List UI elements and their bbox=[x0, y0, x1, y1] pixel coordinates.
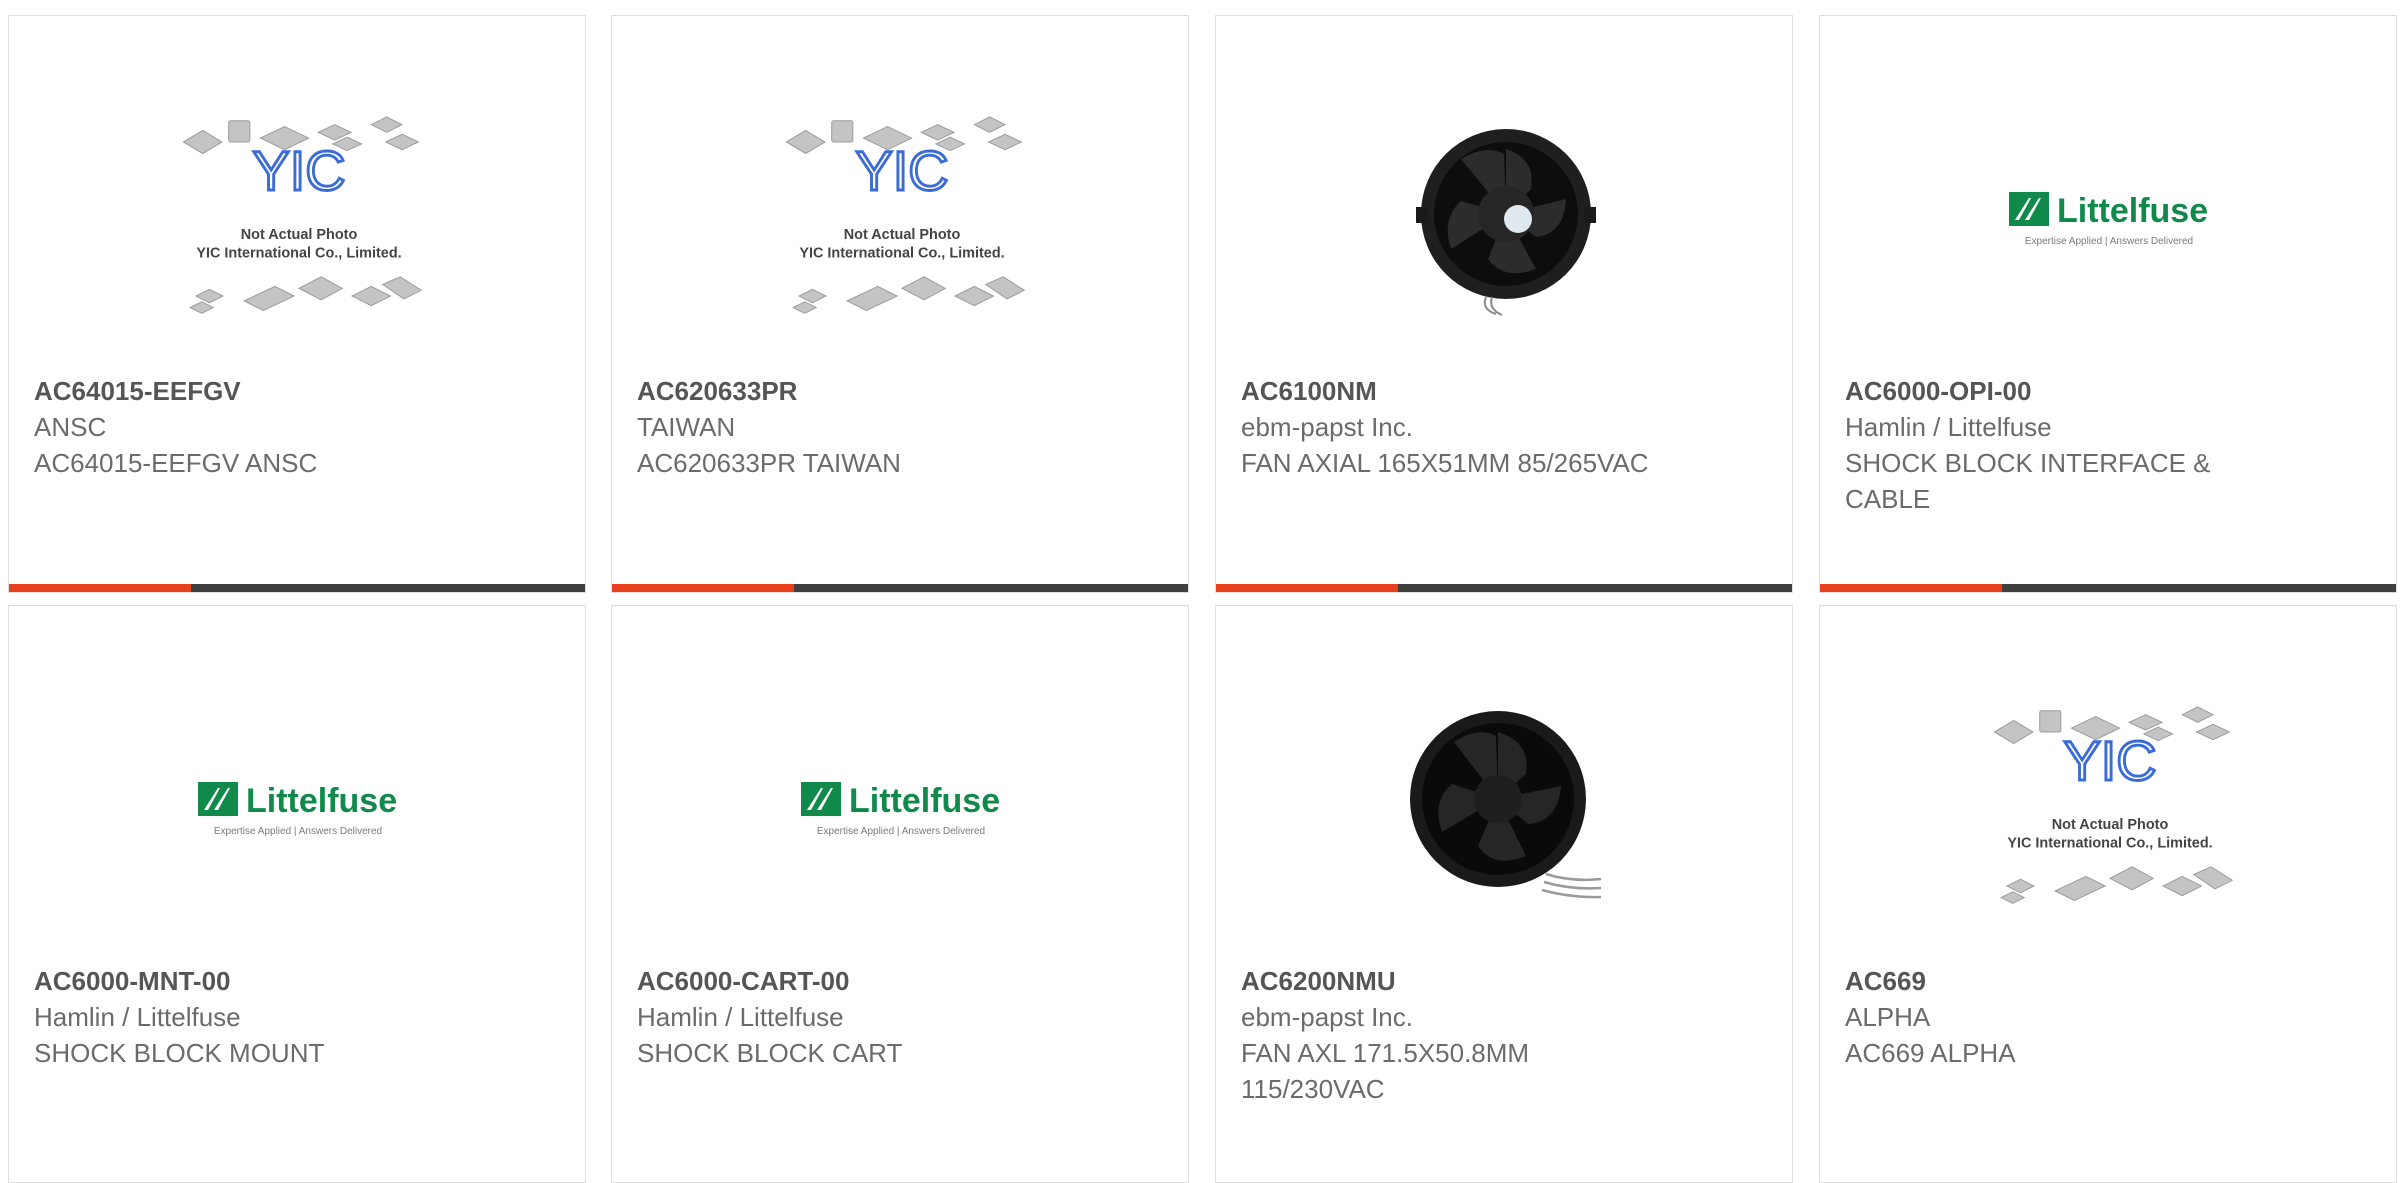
card-accent-bar bbox=[9, 584, 191, 592]
product-card-ac620633pr[interactable]: YIC Not Actual Photo YIC International C… bbox=[611, 15, 1189, 593]
yic-placeholder-image[interactable]: YIC Not Actual Photo YIC International C… bbox=[772, 76, 1032, 362]
yic-placeholder-svg: YIC Not Actual Photo YIC International C… bbox=[785, 116, 1026, 314]
littelfuse-logo[interactable]: Littelfuse Expertise Applied | Answers D… bbox=[772, 666, 1032, 952]
svg-text:YIC: YIC bbox=[855, 139, 948, 202]
yic-placeholder-image[interactable]: YIC Not Actual Photo YIC International C… bbox=[1980, 666, 2240, 952]
part-number[interactable]: AC620633PR bbox=[637, 373, 1158, 409]
manufacturer-name: Hamlin / Littelfuse bbox=[637, 1002, 844, 1032]
product-card-ac6200nmu[interactable]: AC6200NMU ebm-papst Inc. FAN AXL 171.5X5… bbox=[1215, 605, 1793, 1183]
product-card-ac6000-opi-00[interactable]: Littelfuse Expertise Applied | Answers D… bbox=[1819, 15, 2397, 593]
part-number[interactable]: AC64015-EEFGV bbox=[34, 373, 555, 409]
manufacturer-name: Hamlin / Littelfuse bbox=[1845, 412, 2052, 442]
part-number[interactable]: AC6000-CART-00 bbox=[637, 963, 1158, 999]
littelfuse-logo[interactable]: Littelfuse Expertise Applied | Answers D… bbox=[1980, 76, 2240, 362]
part-number[interactable]: AC669 bbox=[1845, 963, 2366, 999]
svg-text:YIC: YIC bbox=[252, 139, 345, 202]
part-number[interactable]: AC6100NM bbox=[1241, 373, 1762, 409]
product-description: SHOCK BLOCK INTERFACE & CABLE bbox=[1845, 448, 2211, 514]
manufacturer-name: TAIWAN bbox=[637, 412, 736, 442]
littelfuse-logo[interactable]: Littelfuse Expertise Applied | Answers D… bbox=[169, 666, 429, 952]
svg-text:Not Actual Photo: Not Actual Photo bbox=[241, 227, 358, 243]
svg-text:Expertise Applied | Answers De: Expertise Applied | Answers Delivered bbox=[817, 826, 985, 837]
product-card-ac6100nm[interactable]: AC6100NM ebm-papst Inc. FAN AXIAL 165X51… bbox=[1215, 15, 1793, 593]
product-description: FAN AXL 171.5X50.8MM 115/230VAC bbox=[1241, 1038, 1530, 1104]
card-accent-bar bbox=[1820, 584, 2002, 592]
card-accent-bar bbox=[612, 584, 794, 592]
yic-placeholder-image[interactable]: YIC Not Actual Photo YIC International C… bbox=[169, 76, 429, 362]
littelfuse-logo-svg: Littelfuse Expertise Applied | Answers D… bbox=[2009, 192, 2208, 247]
svg-text:Littelfuse: Littelfuse bbox=[849, 782, 1000, 820]
svg-text:Littelfuse: Littelfuse bbox=[2057, 192, 2208, 230]
product-description: AC64015-EEFGV ANSC bbox=[34, 448, 318, 478]
part-number[interactable]: AC6200NMU bbox=[1241, 963, 1762, 999]
part-number[interactable]: AC6000-MNT-00 bbox=[34, 963, 555, 999]
manufacturer-name: ALPHA bbox=[1845, 1002, 1931, 1032]
yic-placeholder-svg: YIC Not Actual Photo YIC International C… bbox=[1993, 706, 2234, 904]
svg-text:Expertise Applied | Answers De: Expertise Applied | Answers Delivered bbox=[2025, 236, 2193, 247]
product-description: SHOCK BLOCK CART bbox=[637, 1038, 903, 1068]
product-description: SHOCK BLOCK MOUNT bbox=[34, 1038, 325, 1068]
product-description: AC669 ALPHA bbox=[1845, 1038, 2016, 1068]
product-card-ac6000-mnt-00[interactable]: Littelfuse Expertise Applied | Answers D… bbox=[8, 605, 586, 1183]
svg-text:YIC International Co., Limited: YIC International Co., Limited. bbox=[2007, 836, 2212, 852]
littelfuse-logo-svg: Littelfuse Expertise Applied | Answers D… bbox=[198, 782, 397, 837]
card-footer-bar bbox=[1216, 584, 1792, 592]
svg-text:YIC International Co., Limited: YIC International Co., Limited. bbox=[196, 246, 401, 262]
part-number[interactable]: AC6000-OPI-00 bbox=[1845, 373, 2366, 409]
product-description: FAN AXIAL 165X51MM 85/265VAC bbox=[1241, 448, 1649, 478]
svg-text:Not Actual Photo: Not Actual Photo bbox=[2052, 817, 2169, 833]
svg-text:Littelfuse: Littelfuse bbox=[246, 782, 397, 820]
yic-placeholder-svg: YIC Not Actual Photo YIC International C… bbox=[182, 116, 423, 314]
svg-text:YIC: YIC bbox=[2063, 729, 2156, 792]
axial-fan-svg bbox=[1410, 711, 1602, 899]
svg-text:YIC International Co., Limited: YIC International Co., Limited. bbox=[799, 246, 1004, 262]
manufacturer-name: ebm-papst Inc. bbox=[1241, 412, 1413, 442]
card-footer-bar bbox=[612, 584, 1188, 592]
product-card-ac64015-eefgv[interactable]: YIC Not Actual Photo YIC International C… bbox=[8, 15, 586, 593]
svg-text:Not Actual Photo: Not Actual Photo bbox=[844, 227, 961, 243]
product-description: AC620633PR TAIWAN bbox=[637, 448, 901, 478]
svg-text:Expertise Applied | Answers De: Expertise Applied | Answers Delivered bbox=[214, 826, 382, 837]
manufacturer-name: ebm-papst Inc. bbox=[1241, 1002, 1413, 1032]
card-footer-bar bbox=[1820, 584, 2396, 592]
product-card-ac6000-cart-00[interactable]: Littelfuse Expertise Applied | Answers D… bbox=[611, 605, 1189, 1183]
axial-fan-svg bbox=[1416, 129, 1596, 316]
axial-fan-image[interactable] bbox=[1376, 76, 1636, 362]
manufacturer-name: ANSC bbox=[34, 412, 107, 442]
littelfuse-logo-svg: Littelfuse Expertise Applied | Answers D… bbox=[801, 782, 1000, 837]
product-card-ac669[interactable]: YIC Not Actual Photo YIC International C… bbox=[1819, 605, 2397, 1183]
axial-fan-image[interactable] bbox=[1376, 666, 1636, 952]
manufacturer-name: Hamlin / Littelfuse bbox=[34, 1002, 241, 1032]
card-footer-bar bbox=[9, 584, 585, 592]
card-accent-bar bbox=[1216, 584, 1398, 592]
